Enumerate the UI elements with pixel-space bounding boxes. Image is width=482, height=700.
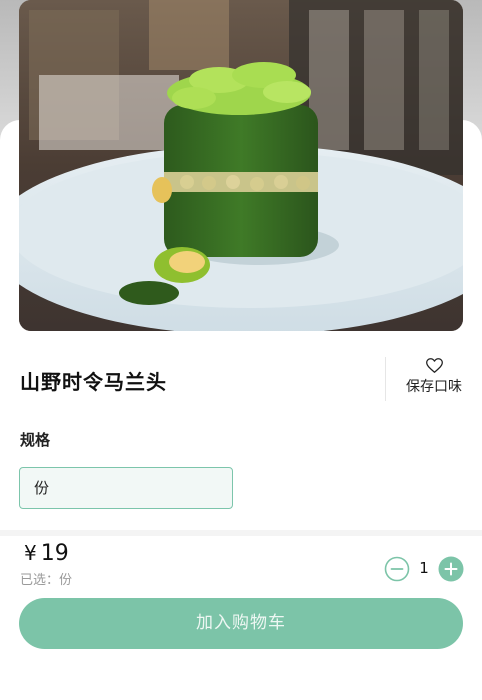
spec-option-selected[interactable]: 份	[19, 467, 233, 509]
heart-outline-icon	[425, 358, 443, 373]
spec-heading: 规格	[20, 431, 51, 449]
price-value: 19	[40, 541, 69, 566]
save-flavor-label: 保存口味	[406, 379, 462, 395]
quantity-stepper: 1	[384, 556, 464, 582]
minus-circle-icon[interactable]	[384, 556, 410, 582]
title-divider	[385, 357, 386, 401]
dish-photo	[19, 0, 463, 331]
product-title: 山野时令马兰头	[20, 370, 167, 394]
add-to-cart-button[interactable]: 加入购物车	[19, 598, 463, 649]
section-divider	[0, 530, 482, 536]
plus-circle-icon[interactable]	[438, 556, 464, 582]
price: ¥19	[24, 541, 69, 566]
selected-spec-text: 已选：份	[20, 573, 73, 588]
currency-symbol: ¥	[24, 541, 37, 565]
quantity-value: 1	[419, 559, 429, 577]
product-sheet-screen: 山野时令马兰头 保存口味 规格 份 ¥19 已选：份 1 加入购物车	[0, 0, 482, 700]
save-flavor-button[interactable]: 保存口味	[398, 358, 470, 402]
